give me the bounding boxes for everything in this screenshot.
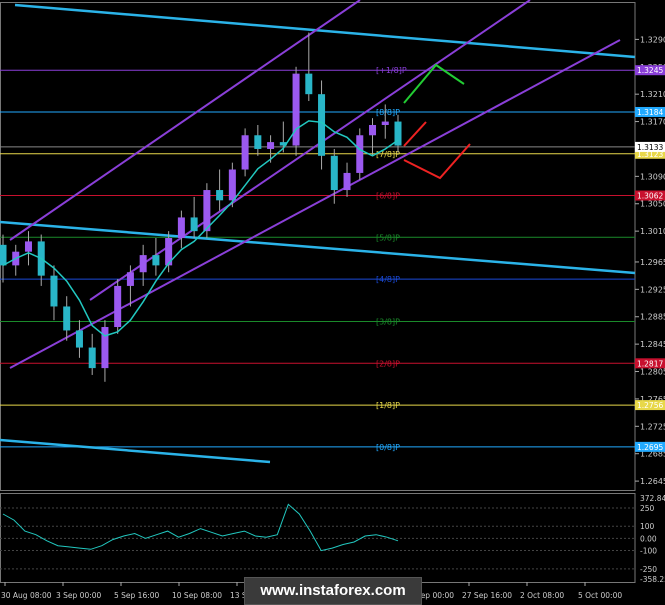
forecast-arrow [403, 121, 427, 147]
candle-body [254, 135, 262, 149]
candle-body [292, 73, 300, 146]
murrey-level-label: [2/8]P [376, 359, 400, 368]
price-tick-label: 1.3170 [640, 118, 665, 127]
candle-body [126, 272, 134, 286]
candle-body [369, 124, 377, 136]
candle-body [24, 241, 32, 252]
candle-body [177, 217, 185, 238]
price-tick-label: 1.2725 [640, 422, 665, 431]
cci-tick-label: 372.8496 [640, 494, 665, 503]
murrey-level-label: [8/8]P [376, 108, 400, 117]
trend-line [0, 220, 636, 275]
x-axis-label: 5 Oct 00:00 [578, 591, 622, 600]
cci-tick-label: 0.00 [640, 534, 657, 543]
current-price-text: 1.3133 [637, 143, 663, 152]
candle-body [267, 142, 275, 149]
candle-body [330, 155, 338, 191]
x-axis-label: 3 Sep 00:00 [56, 591, 102, 600]
trend-line [9, 39, 621, 369]
price-tick-label: 1.3090 [640, 172, 665, 181]
x-axis-label: 30 Aug 08:00 [1, 591, 52, 600]
candle-body [241, 135, 249, 170]
chart-svg: 1.32901.32501.32101.31701.31331.30901.30… [0, 0, 665, 600]
price-tick-label: 1.2885 [640, 313, 665, 322]
murrey-level-label: [+1/8]P [376, 66, 407, 75]
murrey-level-label: [0/8]P [376, 443, 400, 452]
murrey-level-label: [7/8]P [376, 150, 400, 159]
forecast-arrow [403, 143, 471, 180]
price-tick-label: 1.3050 [640, 200, 665, 209]
x-axis-label: 10 Sep 08:00 [172, 591, 222, 600]
price-tag-text: 1.2756 [637, 401, 663, 410]
price-tick-label: 1.2645 [640, 477, 665, 486]
candle-body [50, 275, 58, 307]
price-tag-text: 1.2817 [637, 359, 663, 368]
murrey-level-label: [5/8]P [376, 233, 400, 242]
murrey-level-label: [1/8]P [376, 401, 400, 410]
candle-body [216, 190, 224, 201]
murrey-level-label: [6/8]P [376, 192, 400, 201]
price-tag-text: 1.3245 [637, 66, 663, 75]
cci-tick-label: -250 [640, 565, 657, 574]
candle-body [63, 306, 71, 331]
candle-body [88, 347, 96, 369]
candle-body [0, 244, 7, 266]
price-tick-label: 1.3290 [640, 35, 665, 44]
candle-body [343, 172, 351, 191]
price-tick-label: 1.2845 [640, 340, 665, 349]
murrey-level-label: [3/8]P [376, 318, 400, 327]
cci-tick-label: -358.25 [640, 575, 665, 584]
price-tag-text: 1.2695 [637, 443, 663, 452]
candle-body [228, 169, 236, 201]
price-tag-text: 1.3062 [637, 192, 663, 201]
cci-tick-label: -100 [640, 547, 657, 556]
price-tag-text: 1.3184 [637, 108, 663, 117]
trend-line [9, 0, 361, 241]
candle-body [139, 255, 147, 273]
murrey-level-label: [4/8]P [376, 275, 400, 284]
x-axis-label: 2 Oct 08:00 [520, 591, 564, 600]
chart-window: { "chart_data": { "type": "candlestick",… [0, 0, 665, 605]
trend-line [14, 3, 636, 59]
watermark: www.instaforex.com [244, 577, 422, 605]
candle-body [114, 285, 122, 328]
price-tick-label: 1.3210 [640, 90, 665, 99]
candle-body [190, 217, 198, 232]
cci-line [2, 503, 399, 552]
candle-body [381, 121, 389, 125]
price-tick-label: 1.3010 [640, 227, 665, 236]
moving-average [2, 120, 399, 337]
main-panel: 1.32901.32501.32101.31701.31331.30901.30… [0, 0, 665, 491]
cci-panel: 372.8496250 100 0.00 -100 -250-358.25 [0, 493, 665, 584]
candle-body [75, 330, 83, 348]
candle-body [356, 135, 364, 173]
candle-body [152, 255, 160, 266]
x-axis-label: 5 Sep 16:00 [114, 591, 160, 600]
candle-body [305, 73, 313, 95]
price-tick-label: 1.2925 [640, 285, 665, 294]
price-tick-label: 1.2805 [640, 368, 665, 377]
price-tick-label: 1.2965 [640, 258, 665, 267]
cci-tick-label: 250 [640, 504, 655, 513]
cci-tick-label: 100 [640, 522, 655, 531]
trend-line [0, 438, 271, 464]
x-axis-label: 27 Sep 16:00 [462, 591, 512, 600]
